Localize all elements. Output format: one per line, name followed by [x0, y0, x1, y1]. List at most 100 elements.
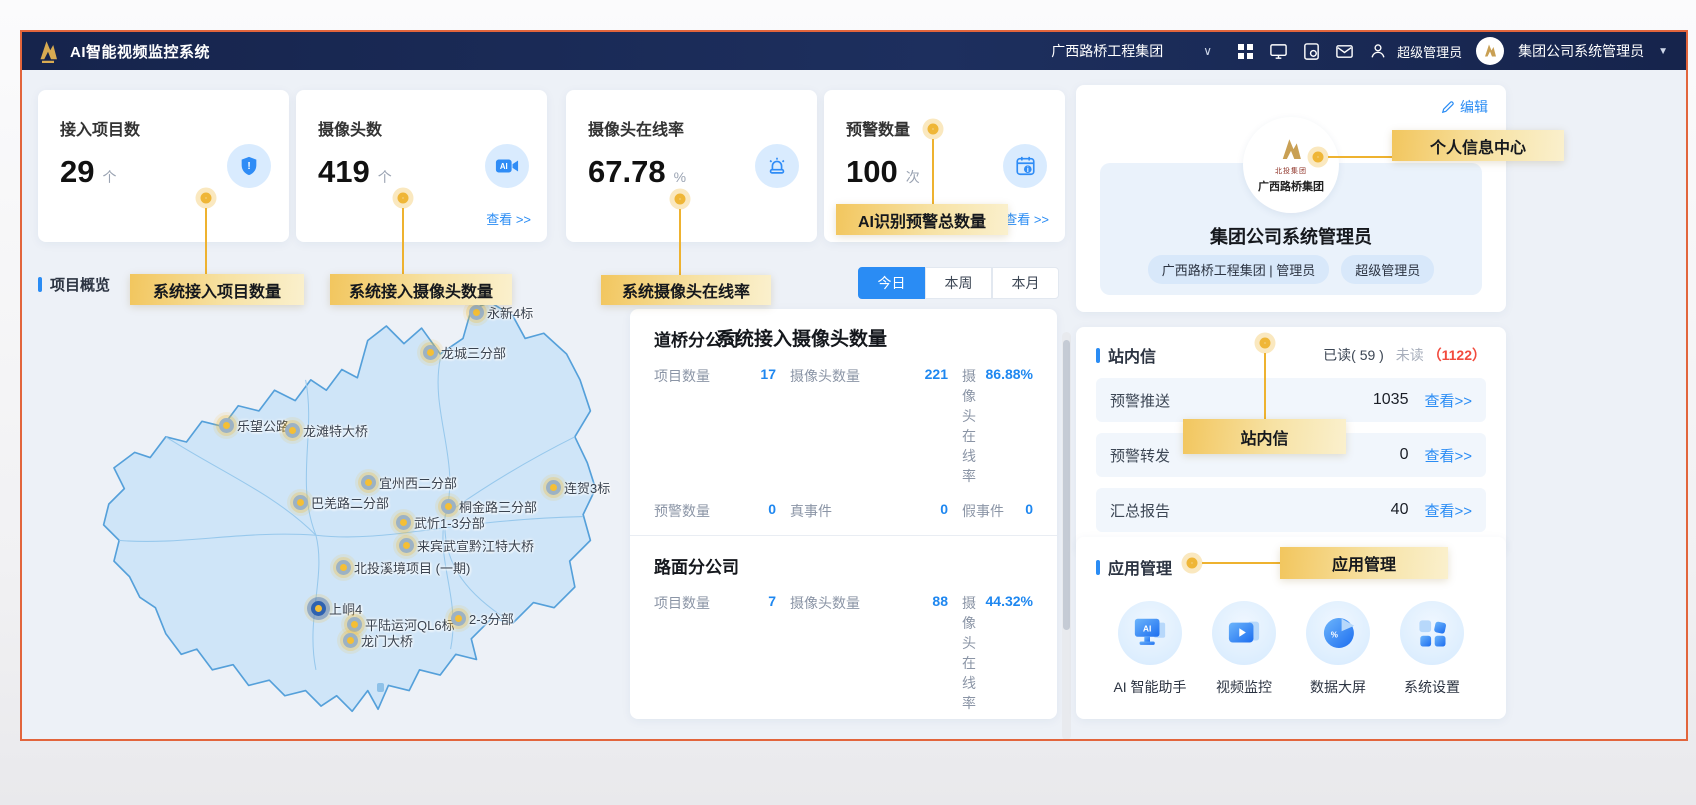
chevron-down-icon[interactable]: ∨ — [1203, 44, 1212, 58]
annotation-line — [1202, 562, 1280, 564]
data-screen-icon: % — [1306, 601, 1370, 665]
tab-today[interactable]: 今日 — [858, 267, 925, 299]
annotation-ring — [398, 193, 409, 204]
stat-value: 67.78 — [588, 154, 666, 190]
avatar[interactable] — [1476, 37, 1504, 65]
stat-value: 419 — [318, 154, 370, 190]
stat-unit: 个 — [102, 167, 116, 187]
profile-avatar: 北投集团 广西路桥集团 — [1243, 117, 1339, 213]
map-marker[interactable]: 龙滩特大桥 — [285, 421, 368, 440]
marker-dot-icon — [343, 633, 358, 648]
company-stats-panel: 道桥分公司 项目数量17 摄像头数量221 摄像头在线率86.88% 预警数量0… — [630, 309, 1057, 719]
dashboard-root: AI智能视频监控系统 广西路桥工程集团 ∨ 超级管理员 集团公司系 — [0, 0, 1696, 805]
stat-unit: 个 — [378, 167, 392, 187]
period-tabs: 今日 本周 本月 — [858, 267, 1059, 299]
annotation-line — [205, 208, 207, 274]
guangxi-map: 永新4标 龙城三分部 乐望公路 龙滩特大桥 宜州西二分部 巴羌路二分部 桐金路三… — [57, 297, 637, 732]
map-marker[interactable]: 龙城三分部 — [423, 343, 506, 362]
stat-title: 摄像头在线率 — [588, 116, 797, 140]
annotation-line — [932, 139, 934, 205]
map-marker[interactable]: 龙门大桥 — [343, 631, 413, 650]
view-link[interactable]: 查看 >> — [1004, 209, 1049, 228]
map-marker[interactable]: 来宾武宣黔江特大桥 — [399, 536, 534, 555]
logo-name-text: 广西路桥集团 — [1258, 178, 1324, 194]
section-title: 项目概览 — [50, 274, 110, 295]
org-selector[interactable]: 广西路桥工程集团 — [1051, 41, 1163, 61]
app-video-monitor[interactable]: 视频监控 — [1204, 601, 1284, 697]
map-marker[interactable]: 巴羌路二分部 — [293, 493, 389, 512]
capture-frame: AI智能视频监控系统 广西路桥工程集团 ∨ 超级管理员 集团公司系 — [20, 30, 1688, 741]
scrollbar-thumb[interactable] — [1063, 340, 1070, 630]
annotation-line — [1264, 353, 1266, 419]
unread-label: 未读 — [1396, 347, 1424, 363]
vertical-scrollbar[interactable] — [1062, 332, 1071, 740]
map-marker[interactable]: 连贺3标 — [546, 478, 610, 497]
map-marker[interactable]: 乐望公路 — [219, 416, 289, 435]
marker-dot-icon — [399, 538, 414, 553]
view-link[interactable]: 查看>> — [1424, 500, 1472, 521]
mail-icon[interactable] — [1335, 42, 1354, 61]
stat-title: 摄像头数 — [318, 116, 527, 140]
section-bar — [38, 277, 42, 292]
annotation-ring — [1313, 152, 1324, 163]
marker-dot-icon — [219, 418, 234, 433]
annotation-alert-total: AI识别预警总数量 — [836, 204, 1008, 235]
app-data-screen[interactable]: % 数据大屏 — [1298, 601, 1378, 697]
map-marker[interactable]: 宜州西二分部 — [361, 473, 457, 492]
tab-week[interactable]: 本周 — [925, 267, 992, 299]
role-label: 超级管理员 — [1397, 42, 1462, 61]
map-marker[interactable]: 2-3分部 — [451, 609, 514, 628]
annotation-online-rate: 系统摄像头在线率 — [601, 275, 771, 305]
edit-profile-button[interactable]: 编辑 — [1441, 97, 1488, 117]
map-marker[interactable]: 永新4标 — [469, 303, 533, 322]
view-link[interactable]: 查看>> — [1424, 445, 1472, 466]
svg-text:!: ! — [247, 161, 250, 172]
marker-dot-icon — [347, 617, 362, 632]
map-marker[interactable]: 武忻1-3分部 — [396, 513, 485, 532]
annotation-ring — [1187, 558, 1198, 569]
read-unread-status: 已读( 59 ) 未读 （1122） — [1323, 345, 1486, 365]
svg-text:i: i — [1026, 167, 1028, 174]
marker-dot-icon — [451, 611, 466, 626]
map-marker[interactable]: 北投溪境项目 (一期) — [336, 558, 470, 577]
view-link[interactable]: 查看>> — [1424, 390, 1472, 411]
marker-dot-icon — [423, 345, 438, 360]
svg-text:AI: AI — [1143, 624, 1152, 634]
person-icon[interactable] — [1368, 42, 1387, 61]
stat-value: 100 — [846, 154, 898, 190]
grid-icon[interactable] — [1236, 42, 1255, 61]
ai-assistant-icon: AI — [1118, 601, 1182, 665]
marker-dot-icon — [396, 515, 411, 530]
marker-dot-icon — [441, 499, 456, 514]
tab-month[interactable]: 本月 — [992, 267, 1059, 299]
annotation-profile-center: 个人信息中心 — [1392, 130, 1564, 161]
profile-card: 编辑 北投集团 广西路桥集团 集团公司系统管理员 广西路桥工程集团 | 管理员 … — [1076, 85, 1506, 312]
svg-text:AI: AI — [500, 162, 508, 171]
marker-dot-icon — [469, 305, 484, 320]
section-project-overview: 项目概览 — [38, 274, 110, 295]
brand-logo-icon — [1276, 136, 1306, 164]
annotation-ring — [1260, 338, 1271, 349]
monitor-icon[interactable] — [1269, 42, 1288, 61]
user-menu[interactable]: 集团公司系统管理员 — [1518, 41, 1644, 61]
tablet-icon[interactable] — [1302, 42, 1321, 61]
app-system-settings[interactable]: 系统设置 — [1392, 601, 1472, 697]
annotation-line — [402, 208, 404, 274]
video-monitor-icon — [1212, 601, 1276, 665]
logo-small-text: 北投集团 — [1275, 166, 1307, 176]
caret-down-icon[interactable]: ▼ — [1658, 46, 1668, 57]
stat-title: 接入项目数 — [60, 116, 269, 140]
ai-camera-icon: AI — [485, 144, 529, 188]
app-ai-assistant[interactable]: AI AI 智能助手 — [1110, 601, 1190, 697]
stat-card-online-rate: 摄像头在线率 67.78 % — [566, 90, 817, 242]
shield-alert-icon: ! — [227, 144, 271, 188]
marker-dot-icon — [336, 560, 351, 575]
view-link[interactable]: 查看 >> — [486, 209, 531, 228]
profile-tag-super-admin: 超级管理员 — [1341, 255, 1434, 284]
app-title: AI智能视频监控系统 — [70, 41, 210, 62]
annotation-line — [1328, 156, 1394, 158]
unread-count: （1122） — [1428, 347, 1486, 363]
company-name: 路面分公司 — [654, 553, 1033, 578]
annotation-camera-count: 系统接入摄像头数量 — [330, 274, 512, 305]
top-navbar: AI智能视频监控系统 广西路桥工程集团 ∨ 超级管理员 集团公司系 — [22, 32, 1686, 70]
